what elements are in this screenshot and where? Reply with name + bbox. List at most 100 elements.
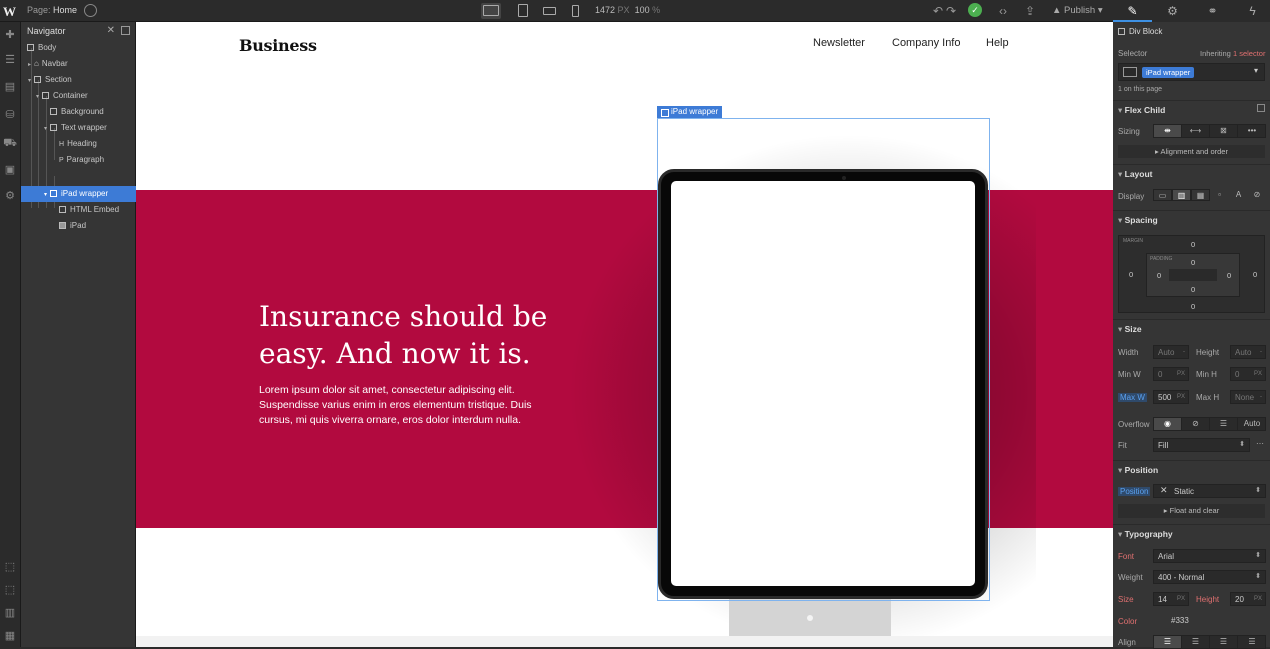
dock-panel-icon[interactable] xyxy=(121,26,130,35)
typography-section[interactable]: Typography xyxy=(1113,524,1270,542)
padding-left[interactable]: 0 xyxy=(1157,271,1161,280)
pages-icon[interactable]: ▤ xyxy=(3,80,17,94)
navigator-icon[interactable]: ☰ xyxy=(3,53,17,67)
chevron-down-icon[interactable]: ▾ xyxy=(1254,66,1258,75)
hero-paragraph[interactable]: Lorem ipsum dolor sit amet, consectetur … xyxy=(259,383,559,428)
ecommerce-cart-icon[interactable]: ⛟ xyxy=(3,136,17,150)
nav-link-company-info[interactable]: Company Info xyxy=(892,37,960,49)
publish-button[interactable]: ▲ Publish ▾ xyxy=(1052,5,1103,16)
align-right-icon[interactable]: ☰ xyxy=(1210,636,1238,648)
sizing-shrink-icon[interactable]: ⇼ xyxy=(1154,125,1182,137)
layout-section[interactable]: Layout xyxy=(1113,164,1270,182)
close-icon[interactable]: ✕ xyxy=(107,25,115,36)
hero-heading[interactable]: Insurance should be easy. And now it is. xyxy=(259,298,579,372)
preview-eye-icon[interactable] xyxy=(84,4,97,17)
height-input[interactable]: Auto - xyxy=(1230,345,1266,359)
tablet-breakpoint-icon[interactable] xyxy=(513,3,533,19)
weight-select[interactable]: 400 - Normal ⬍ xyxy=(1153,570,1266,584)
display-flex-icon[interactable]: ▥ xyxy=(1172,189,1191,201)
max-height-input[interactable]: None - xyxy=(1230,390,1266,404)
tree-item-text-wrapper[interactable]: ▾ Text wrapper xyxy=(21,120,136,136)
inheriting-text[interactable]: Inheriting 1 selector xyxy=(1200,49,1265,58)
position-section[interactable]: Position xyxy=(1113,460,1270,478)
lightning-tab-icon[interactable]: ϟ xyxy=(1233,0,1270,22)
tree-item-background[interactable]: Background xyxy=(21,104,136,120)
select-tool-icon[interactable]: ⬚ xyxy=(3,560,17,574)
mobile-portrait-breakpoint-icon[interactable] xyxy=(566,3,586,19)
sizing-grow-icon[interactable]: ⟷ xyxy=(1182,125,1210,137)
spacing-section[interactable]: Spacing xyxy=(1113,210,1270,228)
redo-icon[interactable]: ↷ xyxy=(943,3,959,19)
tree-item-body[interactable]: Body xyxy=(21,40,136,56)
position-select[interactable]: ✕ Static ⬍ xyxy=(1153,484,1266,498)
display-none-icon[interactable]: ⊘ xyxy=(1248,189,1266,201)
display-grid-icon[interactable]: ▦ xyxy=(1191,189,1210,201)
display-block-icon[interactable]: ▭ xyxy=(1153,189,1172,201)
tree-item-paragraph[interactable]: P Paragraph xyxy=(21,152,136,168)
tree-item-navbar[interactable]: ▸ ⌂ Navbar xyxy=(21,56,136,72)
line-height-input[interactable]: 20 PX xyxy=(1230,592,1266,606)
overflow-scroll-icon[interactable]: ☰ xyxy=(1210,418,1238,430)
page-selector[interactable]: Page: Home xyxy=(27,5,77,15)
overflow-hidden-icon[interactable]: ⊘ xyxy=(1182,418,1210,430)
margin-left[interactable]: 0 xyxy=(1129,270,1133,279)
desktop-breakpoint-icon[interactable] xyxy=(481,3,501,19)
tree-item-heading[interactable]: H Heading xyxy=(21,136,136,152)
mobile-landscape-breakpoint-icon[interactable] xyxy=(540,3,560,19)
padding-bottom[interactable]: 0 xyxy=(1191,285,1195,294)
selector-field[interactable]: iPad wrapper ▾ xyxy=(1118,63,1265,81)
export-icon[interactable]: ⇪ xyxy=(1022,3,1038,19)
interactions-tab-icon[interactable]: ⚭ xyxy=(1193,0,1232,22)
min-height-input[interactable]: 0 PX xyxy=(1230,367,1266,381)
display-inline-block-icon[interactable]: ▫ xyxy=(1210,189,1229,201)
tree-item-ipad-wrapper[interactable]: ▾ iPad wrapper xyxy=(21,186,136,202)
padding-top[interactable]: 0 xyxy=(1191,258,1195,267)
sizing-none-icon[interactable]: ⊠ xyxy=(1210,125,1238,137)
margin-top[interactable]: 0 xyxy=(1191,240,1195,249)
size-section[interactable]: Size xyxy=(1113,319,1270,337)
color-input[interactable]: #333 xyxy=(1153,614,1266,628)
webflow-logo[interactable]: W xyxy=(3,4,17,19)
align-left-icon[interactable]: ☰ xyxy=(1154,636,1182,648)
float-clear-toggle[interactable]: ▸ Float and clear xyxy=(1118,504,1265,518)
alignment-order-toggle[interactable]: ▸ Alignment and order xyxy=(1118,145,1265,158)
fit-select[interactable]: Fill ⬍ xyxy=(1153,438,1250,452)
assets-icon[interactable]: ▣ xyxy=(3,163,17,177)
flex-child-section[interactable]: Flex Child xyxy=(1113,100,1270,118)
canvas-size-readout[interactable]: 1472 PX 100 % xyxy=(595,5,660,15)
overflow-visible-eye-icon[interactable]: ◉ xyxy=(1154,418,1182,430)
settings-tab-gear-icon[interactable]: ⚙ xyxy=(1153,0,1192,22)
align-center-icon[interactable]: ☰ xyxy=(1182,636,1210,648)
grid-overlay-icon[interactable]: ▥ xyxy=(3,606,17,620)
settings-gear-icon[interactable]: ⚙ xyxy=(3,189,17,203)
cms-database-icon[interactable]: ⛁ xyxy=(3,108,17,122)
tree-item-container[interactable]: ▾ Container xyxy=(21,88,136,104)
font-select[interactable]: Arial ⬍ xyxy=(1153,549,1266,563)
tree-item-section[interactable]: ▾ Section xyxy=(21,72,136,88)
align-justify-icon[interactable]: ☰ xyxy=(1238,636,1266,648)
tree-item-ipad[interactable]: iPad xyxy=(21,218,136,234)
expand-icon[interactable] xyxy=(1257,104,1265,112)
margin-bottom[interactable]: 0 xyxy=(1191,302,1195,311)
design-canvas[interactable]: Business Newsletter Company Info Help In… xyxy=(136,22,1113,647)
brand-logo[interactable]: Business xyxy=(239,36,317,55)
tree-item-html-embed[interactable]: HTML Embed xyxy=(21,202,136,218)
margin-right[interactable]: 0 xyxy=(1253,270,1257,279)
min-width-input[interactable]: 0 PX xyxy=(1153,367,1189,381)
padding-right[interactable]: 0 xyxy=(1227,271,1231,280)
dashed-select-icon[interactable]: ⬚ xyxy=(3,583,17,597)
selector-pill[interactable]: iPad wrapper xyxy=(1142,67,1195,78)
max-width-input[interactable]: 500 PX xyxy=(1153,390,1189,404)
more-options-icon[interactable]: ••• xyxy=(1238,125,1266,137)
nav-link-newsletter[interactable]: Newsletter xyxy=(813,37,865,49)
layout-icon[interactable]: ▦ xyxy=(3,629,17,643)
more-options-icon[interactable]: ⋯ xyxy=(1256,439,1264,448)
overflow-auto-button[interactable]: Auto xyxy=(1238,418,1266,430)
code-icon[interactable]: ‹› xyxy=(995,3,1011,19)
style-tab-brush-icon[interactable]: ✎ xyxy=(1113,0,1152,22)
selected-element-tag[interactable]: iPad wrapper xyxy=(657,106,723,118)
add-panel-plus-icon[interactable]: ✚ xyxy=(3,28,17,42)
width-input[interactable]: Auto - xyxy=(1153,345,1189,359)
display-inline-icon[interactable]: A xyxy=(1229,189,1248,201)
font-size-input[interactable]: 14 PX xyxy=(1153,592,1189,606)
